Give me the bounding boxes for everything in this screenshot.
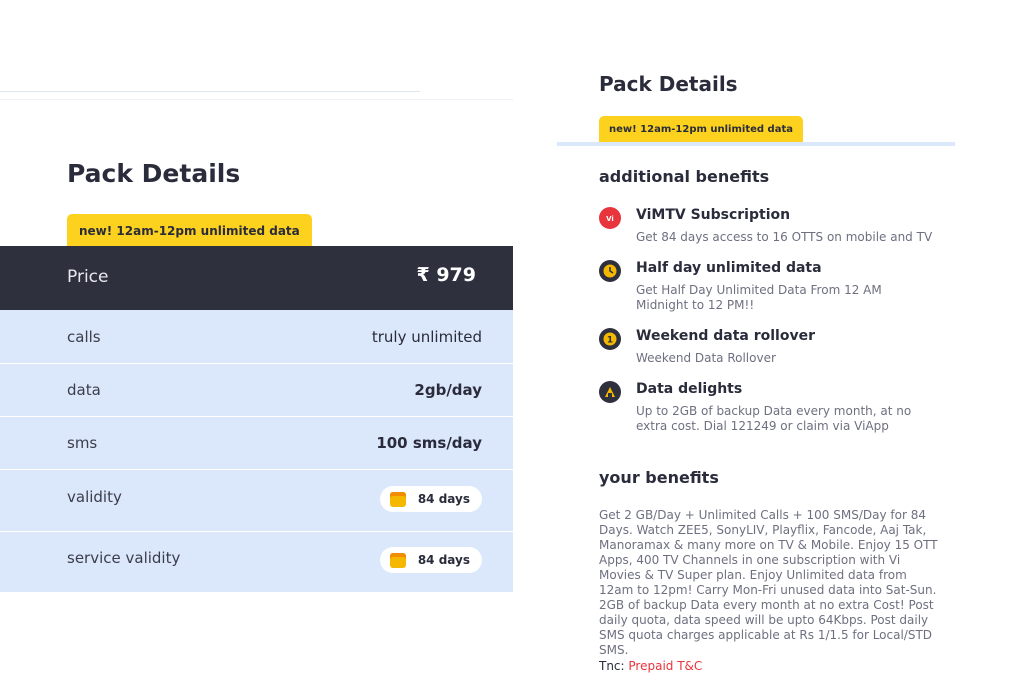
clock-icon: [599, 260, 621, 282]
price-row: Price ₹ 979: [0, 246, 513, 310]
unlimited-data-badge: new! 12am-12pm unlimited data: [67, 214, 312, 246]
table-row-data: data 2gb/day: [0, 364, 513, 417]
rollover-icon: 1: [599, 328, 621, 350]
tnc: Tnc: Prepaid T&C: [599, 659, 702, 673]
benefit-title: Weekend data rollover: [636, 328, 815, 344]
table-row-calls: calls truly unlimited: [0, 310, 513, 364]
benefit-title: ViMTV Subscription: [636, 207, 791, 223]
benefit-desc: Weekend Data Rollover: [636, 351, 776, 365]
row-label: calls: [67, 328, 101, 346]
benefit-title: Half day unlimited data: [636, 260, 822, 276]
benefit-title: Data delights: [636, 381, 743, 397]
calendar-icon: [389, 552, 406, 568]
service-validity-value: 84 days: [417, 553, 470, 567]
data-delights-icon: [599, 381, 621, 403]
unlimited-data-badge-right: new! 12am-12pm unlimited data: [599, 116, 803, 142]
row-value: 2gb/day: [414, 381, 482, 399]
vimtv-icon: Vi: [599, 207, 621, 229]
benefit-desc: Get 84 days access to 16 OTTS on mobile …: [636, 230, 933, 244]
row-label: data: [67, 381, 101, 399]
row-value: truly unlimited: [371, 328, 482, 346]
table-row-sms: sms 100 sms/day: [0, 417, 513, 470]
calendar-icon: [389, 491, 406, 507]
pack-details-title-right: Pack Details: [599, 72, 738, 96]
tnc-label: Tnc:: [599, 659, 625, 673]
pack-details-table: calls truly unlimited data 2gb/day sms 1…: [0, 310, 513, 592]
benefit-desc: Get Half Day Unlimited Data From 12 AM M…: [636, 283, 882, 312]
service-validity-pill: 84 days: [379, 547, 482, 573]
row-value: 100 sms/day: [376, 434, 482, 452]
row-label: validity: [67, 488, 122, 506]
your-benefits-title: your benefits: [599, 468, 719, 487]
divider-top: [0, 91, 420, 92]
row-label: sms: [67, 434, 98, 452]
divider-top-2: [0, 99, 513, 100]
price-label: Price: [67, 267, 109, 287]
price-value: ₹ 979: [416, 264, 477, 286]
pack-details-title: Pack Details: [67, 159, 241, 188]
svg-text:Vi: Vi: [606, 215, 614, 223]
validity-pill: 84 days: [379, 486, 482, 512]
additional-benefits-title: additional benefits: [599, 167, 770, 186]
your-benefits-text: Get 2 GB/Day + Unlimited Calls + 100 SMS…: [599, 508, 938, 657]
table-row-validity: validity 84 days: [0, 470, 513, 532]
row-label: service validity: [67, 549, 181, 567]
table-row-service-validity: service validity 84 days: [0, 532, 513, 592]
validity-value: 84 days: [417, 492, 470, 506]
svg-text:1: 1: [607, 336, 613, 346]
tnc-link[interactable]: Prepaid T&C: [628, 659, 702, 673]
divider-right: [557, 142, 955, 146]
benefit-desc: Up to 2GB of backup Data every month, at…: [636, 404, 912, 433]
